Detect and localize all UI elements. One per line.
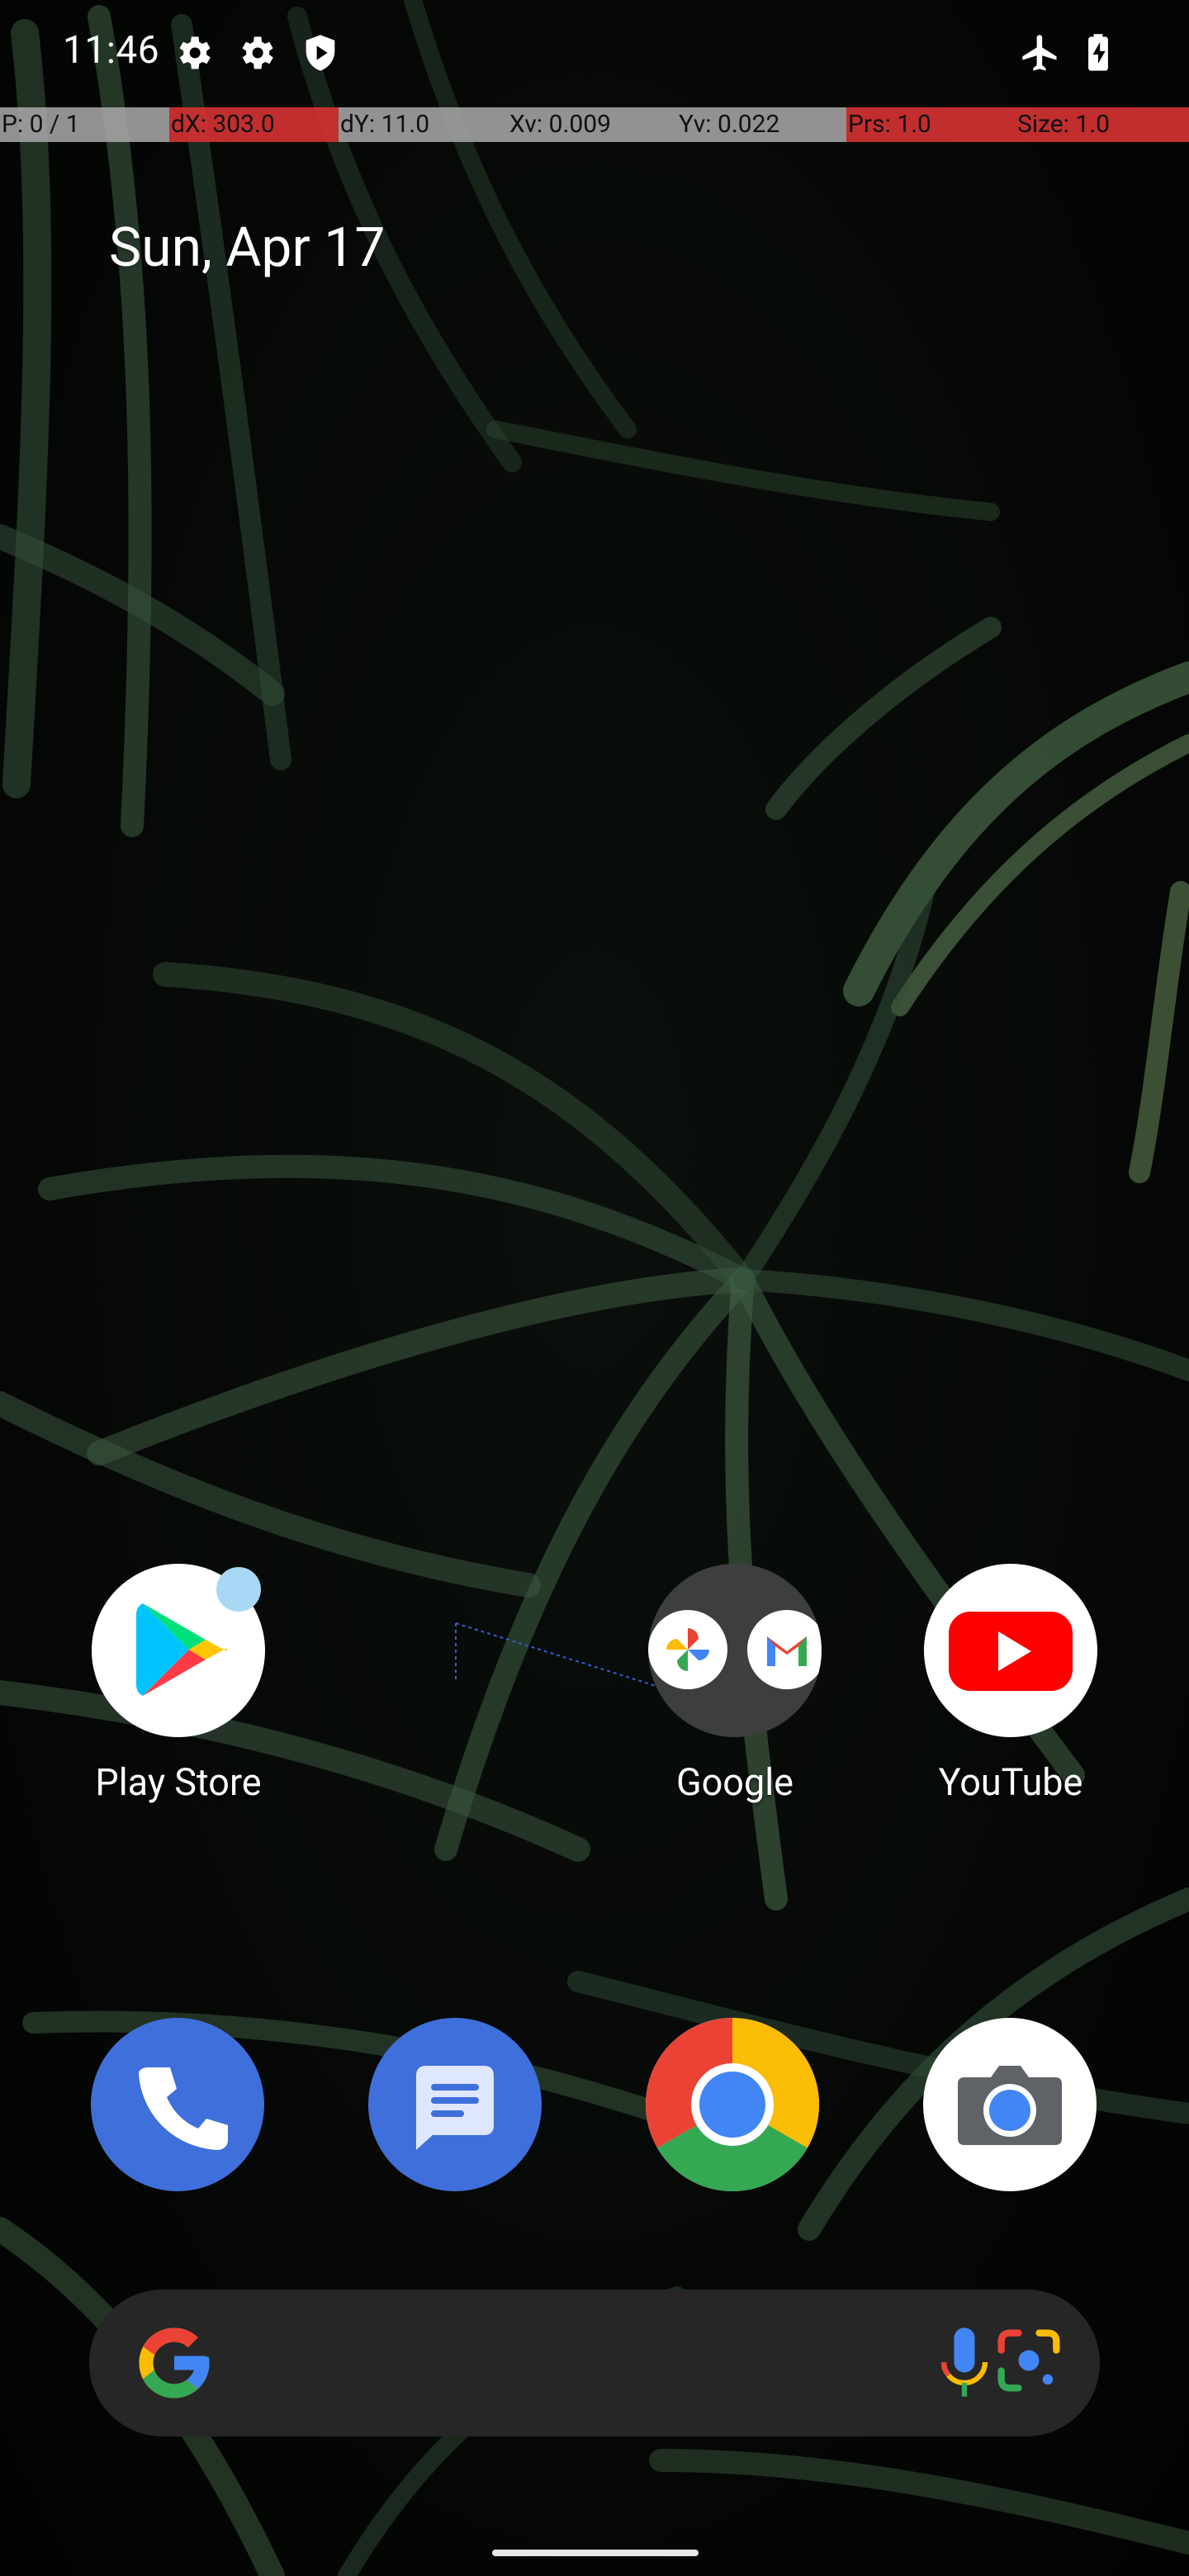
phone-icon xyxy=(139,2067,228,2150)
pointer-xv: Xv: 0.009 xyxy=(508,107,677,142)
status-bar: 11:46 xyxy=(0,0,1189,106)
google-search-bar[interactable] xyxy=(89,2290,1100,2436)
dock-phone[interactable] xyxy=(91,2018,264,2191)
google-folder-icon xyxy=(648,1564,822,1737)
pointer-yv: Yv: 0.022 xyxy=(677,107,846,142)
dock-chrome[interactable] xyxy=(646,2018,819,2191)
google-g-icon xyxy=(139,2327,210,2398)
app-youtube[interactable]: YouTube xyxy=(887,1564,1135,1836)
notification-dot xyxy=(216,1567,261,1612)
gear-icon xyxy=(179,36,211,69)
pointer-dy: dY: 11.0 xyxy=(339,107,508,142)
folder-google[interactable]: Google xyxy=(611,1564,859,1836)
dock-camera[interactable] xyxy=(923,2018,1097,2191)
pointer-size: Size: 1.0 xyxy=(1016,107,1189,142)
date-widget[interactable]: Sun, Apr 17 xyxy=(109,216,385,280)
pointer-location-overlay: P: 0 / 1 dX: 303.0 dY: 11.0 Xv: 0.009 Yv… xyxy=(0,107,1189,142)
shield-icon xyxy=(306,35,335,71)
navigation-handle[interactable] xyxy=(492,2550,699,2556)
app-play-store[interactable]: Play Store xyxy=(54,1564,302,1836)
app-label: Google xyxy=(675,1760,794,1804)
messages-icon xyxy=(416,2066,494,2150)
gear-icon xyxy=(242,36,273,69)
dock-messages[interactable] xyxy=(368,2018,542,2191)
app-label: YouTube xyxy=(938,1760,1083,1804)
status-time: 11:46 xyxy=(63,28,160,73)
chrome-icon xyxy=(646,2018,819,2191)
pointer-pressure: Prs: 1.0 xyxy=(846,107,1016,142)
app-label: Play Store xyxy=(95,1760,262,1804)
airplane-mode-icon xyxy=(1022,35,1057,71)
google-lens-icon[interactable] xyxy=(988,2319,1070,2402)
camera-icon xyxy=(958,2066,1062,2145)
youtube-icon xyxy=(924,1564,1097,1737)
pointer-count: P: 0 / 1 xyxy=(0,107,169,142)
battery-charging-icon xyxy=(1088,34,1108,71)
pointer-dx: dX: 303.0 xyxy=(169,107,339,142)
